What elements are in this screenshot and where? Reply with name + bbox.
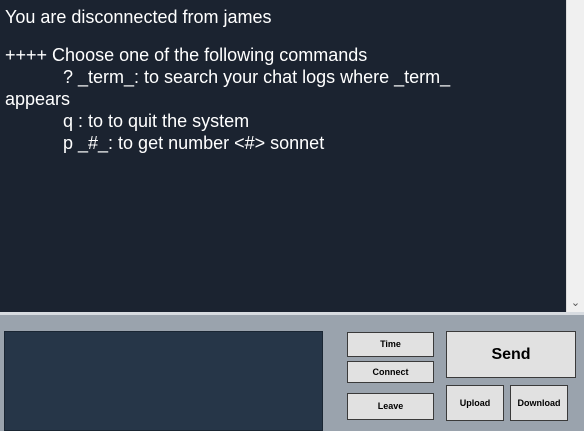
chat-line: ? _term_: to search your chat logs where…	[63, 67, 451, 87]
connect-button[interactable]: Connect	[347, 361, 434, 383]
message-input[interactable]	[4, 331, 323, 431]
leave-button[interactable]: Leave	[347, 393, 434, 420]
send-button[interactable]: Send	[446, 331, 576, 378]
chat-client-window: You are disconnected from james ++++ Cho…	[0, 0, 584, 431]
chat-line: appears	[5, 89, 71, 109]
chevron-down-icon[interactable]: ⌄	[567, 296, 584, 310]
upload-button[interactable]: Upload	[446, 385, 504, 421]
download-button[interactable]: Download	[510, 385, 568, 421]
chat-line: q : to to quit the system	[63, 111, 250, 131]
time-button[interactable]: Time	[347, 332, 434, 357]
chat-log-scrollbar[interactable]: ⌄	[566, 0, 584, 312]
chat-line: p _#_: to get number <#> sonnet	[63, 133, 325, 153]
chat-line: You are disconnected from james	[5, 7, 272, 27]
control-panel: Time Connect Leave Send Upload Download	[0, 312, 584, 431]
chat-line: ++++ Choose one of the following command…	[5, 45, 368, 65]
chat-log[interactable]: You are disconnected from james ++++ Cho…	[0, 0, 566, 312]
chat-line-spacer	[5, 28, 566, 44]
